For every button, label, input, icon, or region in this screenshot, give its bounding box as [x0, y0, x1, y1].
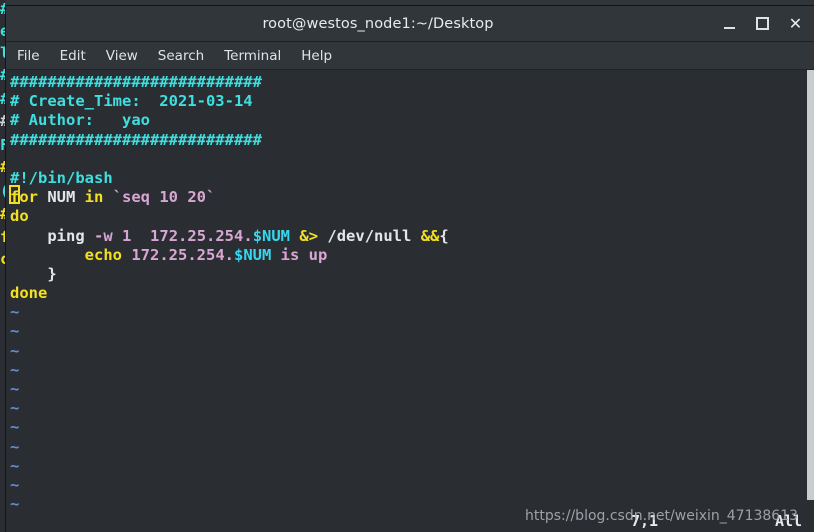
terminal-window: root@westos_node1:~/Desktop ✕ File Edit … — [6, 6, 814, 532]
editor-token: && — [420, 226, 440, 245]
editor-line: ~ — [10, 361, 449, 380]
menu-item-file[interactable]: File — [17, 48, 40, 64]
window-title: root@westos_node1:~/Desktop — [262, 15, 494, 32]
editor-line: #!/bin/bash — [10, 169, 449, 188]
editor-line: ping -w 1 172.25.254.$NUM &> /dev/null &… — [10, 226, 449, 246]
editor-line: } — [10, 265, 449, 284]
close-button[interactable]: ✕ — [779, 6, 812, 41]
editor-token: NUM — [38, 188, 85, 207]
editor-line: ########################### — [10, 73, 449, 92]
menu-item-help[interactable]: Help — [301, 48, 332, 64]
editor-token: ~ — [10, 456, 20, 475]
close-icon: ✕ — [788, 13, 803, 33]
editor-line: ~ — [10, 457, 449, 476]
editor-token: ~ — [10, 418, 20, 437]
watermark-text: https://blog.csdn.net/weixin_47138613 — [525, 508, 799, 524]
editor-token: $NUM — [233, 245, 272, 264]
menubar: File Edit View Search Terminal Help — [6, 42, 814, 70]
scrollbar-thumb[interactable] — [807, 70, 814, 500]
editor-line: ########################### — [10, 131, 449, 150]
editor-token — [113, 227, 122, 245]
editor-token: `seq 10 20` — [112, 188, 216, 207]
editor-line: do — [10, 207, 449, 226]
editor-line: done — [10, 284, 449, 303]
editor-line: ~ — [10, 438, 449, 457]
menu-item-search[interactable]: Search — [158, 48, 204, 64]
editor-token: /dev/null — [318, 226, 421, 245]
editor-token: ########################### — [10, 73, 262, 91]
terminal-body[interactable]: ########################### # Create_Time… — [6, 70, 814, 532]
editor-token — [131, 227, 150, 245]
editor-token: done — [10, 284, 48, 303]
editor-token: # Author: yao — [10, 111, 150, 130]
editor-line: echo 172.25.254.$NUM is up — [10, 246, 449, 265]
menu-item-terminal[interactable]: Terminal — [224, 48, 281, 64]
menu-item-view[interactable]: View — [106, 48, 138, 64]
editor-line: ~ — [10, 322, 449, 341]
editor-token: { — [439, 226, 449, 245]
editor-token: is up — [271, 245, 328, 264]
editor-token: ~ — [10, 437, 20, 456]
editor-token: in — [84, 188, 104, 207]
editor-token: 172.25.254. — [131, 245, 234, 264]
minimize-button[interactable] — [713, 6, 746, 41]
editor-token: ~ — [10, 341, 20, 360]
editor-token: ########################### — [10, 130, 262, 149]
editor-token: ~ — [10, 380, 20, 398]
editor-token: ~ — [10, 360, 20, 379]
editor-token: -w — [94, 226, 113, 245]
editor-token: ~ — [10, 399, 20, 418]
vim-editor-text: ########################### # Create_Time… — [10, 73, 449, 514]
editor-line: # Create_Time: 2021-03-14 — [10, 92, 449, 111]
editor-line: for NUM in `seq 10 20` — [10, 188, 449, 207]
window-controls: ✕ — [713, 6, 812, 41]
minimize-icon — [724, 26, 735, 29]
editor-token — [290, 227, 299, 245]
maximize-icon — [756, 17, 769, 30]
editor-line: ~ — [10, 380, 449, 399]
editor-token: do — [10, 207, 29, 226]
editor-token: &> — [299, 226, 319, 245]
editor-line: ~ — [10, 303, 449, 322]
editor-token: } — [10, 264, 57, 283]
editor-token: # Create_Time: 2021-03-14 — [10, 92, 253, 111]
editor-token: ~ — [10, 475, 20, 494]
editor-token: ~ — [10, 322, 20, 341]
text-cursor — [9, 185, 20, 204]
editor-line: ~ — [10, 418, 449, 437]
editor-line: # Author: yao — [10, 111, 449, 130]
editor-line: ~ — [10, 476, 449, 495]
titlebar[interactable]: root@westos_node1:~/Desktop ✕ — [6, 6, 814, 42]
editor-token: #!/bin/bash — [10, 168, 113, 187]
editor-token: ~ — [10, 303, 20, 322]
editor-token — [10, 246, 85, 264]
editor-line: ~ — [10, 399, 449, 418]
editor-token: 1 — [122, 226, 132, 245]
editor-token: 172.25.254. — [150, 226, 253, 245]
screen-root: #el###F#(#fc root@westos_node1:~/Desktop… — [0, 0, 814, 532]
maximize-button[interactable] — [746, 6, 779, 41]
editor-token — [122, 246, 131, 264]
editor-token — [103, 188, 112, 206]
editor-token: echo — [84, 245, 122, 264]
editor-token: $NUM — [252, 226, 291, 245]
editor-line: ~ — [10, 342, 449, 361]
scrollbar[interactable] — [807, 70, 814, 532]
menu-item-edit[interactable]: Edit — [60, 48, 86, 64]
editor-token: ping — [10, 226, 94, 245]
